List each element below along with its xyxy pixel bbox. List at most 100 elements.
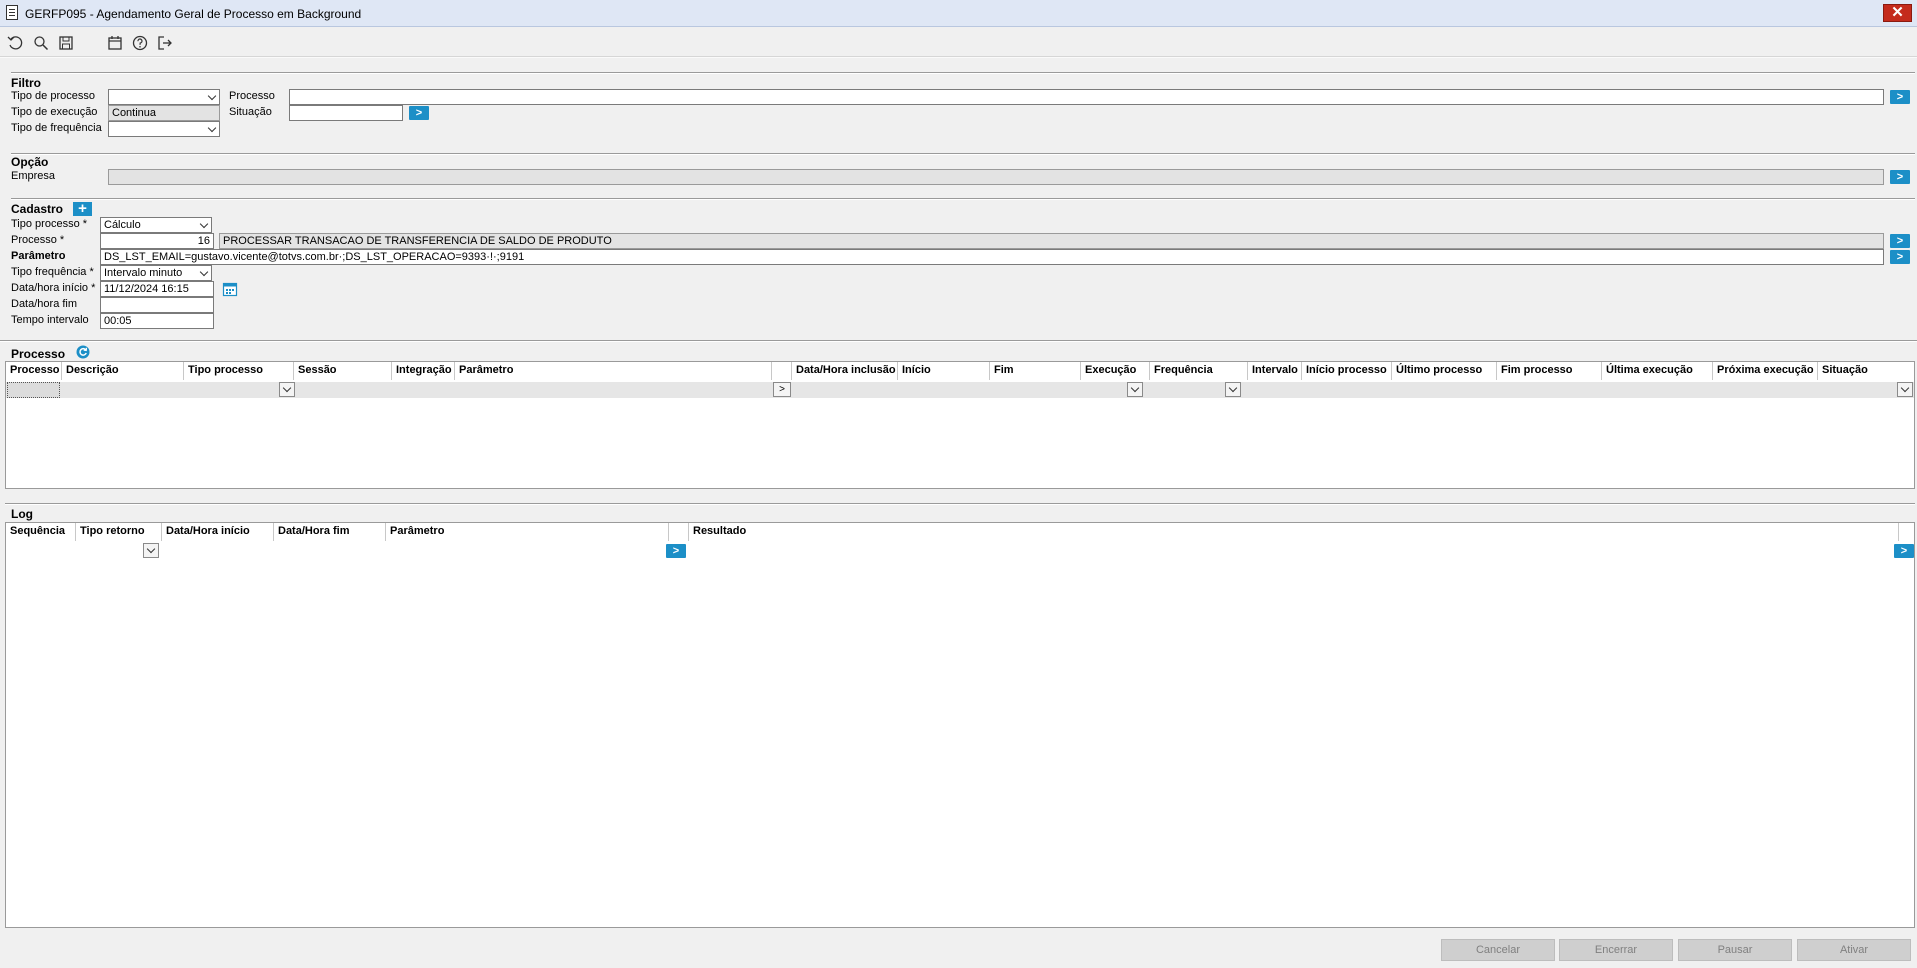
column-header[interactable]: Data/Hora fim (274, 523, 386, 541)
opcao-empresa-field[interactable] (108, 169, 1884, 185)
column-header[interactable]: Próxima execução (1713, 362, 1818, 380)
ativar-label: Ativar (1839, 944, 1869, 956)
cancelar-label: Cancelar (1475, 944, 1521, 956)
section-divider (0, 340, 1917, 342)
column-header[interactable]: Sequência (6, 523, 76, 541)
filtro-processo-input[interactable] (289, 89, 1884, 105)
calendar-icon[interactable] (222, 281, 238, 297)
close-button[interactable]: ✕ (1883, 4, 1912, 22)
encerrar-button[interactable]: Encerrar (1559, 939, 1673, 961)
parametro-expand-button[interactable]: > (773, 382, 791, 397)
section-divider (11, 153, 1915, 155)
chevron-down-icon (146, 544, 156, 554)
exit-icon[interactable] (156, 34, 174, 52)
column-header[interactable]: Data/Hora início (162, 523, 274, 541)
help-icon[interactable] (131, 34, 149, 52)
cadastro-tipo-processo-select[interactable]: Cálculo (100, 217, 212, 233)
chevron-down-icon (1228, 383, 1238, 393)
column-header[interactable]: Tipo processo (184, 362, 294, 380)
opcao-title: Opção (11, 155, 49, 169)
filtro-processo-search-button[interactable]: > (1890, 90, 1910, 104)
column-header[interactable]: Resultado (689, 523, 1899, 541)
cadastro-data-inicio-label: Data/hora início * (11, 282, 96, 294)
chevron-down-icon (199, 219, 209, 229)
cadastro-parametro-input[interactable]: DS_LST_EMAIL=gustavo.vicente@totvs.com.b… (100, 249, 1884, 265)
search-icon[interactable] (32, 34, 50, 52)
filtro-title: Filtro (11, 76, 41, 90)
cadastro-tipo-processo-label: Tipo processo * (11, 218, 88, 230)
log-parametro-expand-button[interactable]: > (666, 544, 686, 558)
column-header[interactable]: Intervalo (1248, 362, 1302, 380)
cadastro-tipo-frequencia-label: Tipo frequência * (11, 266, 94, 278)
cadastro-tempo-intervalo-input[interactable]: 00:05 (100, 313, 214, 329)
filtro-tipo-processo-select[interactable] (108, 89, 220, 105)
filtro-situacao-search-button[interactable]: > (409, 106, 429, 120)
column-header[interactable]: Descrição (62, 362, 184, 380)
chevron-down-icon (1130, 383, 1140, 393)
log-grid-header: Sequência Tipo retorno Data/Hora início … (6, 523, 1914, 541)
document-icon (6, 5, 18, 20)
log-resultado-expand-button[interactable]: > (1894, 544, 1914, 558)
pausar-label: Pausar (1717, 944, 1753, 956)
column-header[interactable]: Data/Hora inclusão (792, 362, 898, 380)
column-header[interactable]: Tipo retorno (76, 523, 162, 541)
undo-icon[interactable] (6, 34, 24, 52)
cadastro-processo-description: PROCESSAR TRANSACAO DE TRANSFERENCIA DE … (219, 233, 1884, 249)
table-row[interactable]: > (6, 382, 1914, 398)
filtro-tipo-frequencia-select[interactable] (108, 121, 220, 137)
calendar-icon[interactable] (106, 34, 124, 52)
table-row[interactable]: > > (6, 543, 1914, 559)
processo-grid-header: Processo Descrição Tipo processo Sessão … (6, 362, 1914, 380)
cadastro-processo-search-button[interactable]: > (1890, 234, 1910, 248)
ativar-button[interactable]: Ativar (1797, 939, 1911, 961)
column-header[interactable]: Última execução (1602, 362, 1713, 380)
filtro-tipo-execucao-field[interactable]: Continua (108, 105, 220, 121)
column-header[interactable]: Sessão (294, 362, 392, 380)
cadastro-data-fim-label: Data/hora fim (11, 298, 78, 310)
filtro-processo-label: Processo (229, 90, 275, 102)
cancelar-button[interactable]: Cancelar (1441, 939, 1555, 961)
column-header[interactable]: Parâmetro (386, 523, 669, 541)
encerrar-label: Encerrar (1594, 944, 1638, 956)
log-grid[interactable]: Sequência Tipo retorno Data/Hora início … (5, 522, 1915, 928)
column-header[interactable]: Fim (990, 362, 1081, 380)
tipo-retorno-dropdown-button[interactable] (143, 543, 159, 558)
column-header[interactable]: Início (898, 362, 990, 380)
cadastro-data-inicio-input[interactable]: 11/12/2024 16:15 (100, 281, 214, 297)
execucao-dropdown-button[interactable] (1127, 382, 1143, 397)
column-header (669, 523, 689, 541)
situacao-dropdown-button[interactable] (1897, 382, 1913, 397)
cadastro-parametro-label: Parâmetro (11, 250, 66, 262)
column-header[interactable]: Início processo (1302, 362, 1392, 380)
processo-grid-title: Processo (11, 347, 66, 361)
cadastro-parametro-button[interactable]: > (1890, 250, 1910, 264)
save-icon[interactable] (57, 34, 75, 52)
opcao-empresa-search-button[interactable]: > (1890, 170, 1910, 184)
table-cell-focused[interactable] (7, 382, 60, 398)
cadastro-processo-code[interactable]: 16 (100, 233, 214, 249)
pausar-button[interactable]: Pausar (1678, 939, 1792, 961)
window-title: GERFP095 - Agendamento Geral de Processo… (25, 7, 362, 21)
column-header[interactable]: Frequência (1150, 362, 1248, 380)
cadastro-data-fim-input[interactable] (100, 297, 214, 313)
log-grid-title: Log (11, 507, 33, 521)
column-header[interactable]: Fim processo (1497, 362, 1602, 380)
add-button[interactable]: + (73, 201, 92, 216)
frequencia-dropdown-button[interactable] (1225, 382, 1241, 397)
column-header[interactable]: Execução (1081, 362, 1150, 380)
column-header (772, 362, 792, 380)
toolbar-separator (0, 56, 1917, 58)
column-header[interactable]: Integração (392, 362, 455, 380)
column-header[interactable]: Último processo (1392, 362, 1497, 380)
column-header[interactable]: Parâmetro (455, 362, 772, 380)
column-header[interactable]: Situação (1818, 362, 1914, 380)
chevron-down-icon (207, 91, 217, 101)
cadastro-tipo-frequencia-select[interactable]: Intervalo minuto (100, 265, 212, 281)
section-divider (5, 503, 1915, 505)
processo-grid[interactable]: Processo Descrição Tipo processo Sessão … (5, 361, 1915, 489)
cadastro-tipo-frequencia-value: Intervalo minuto (104, 267, 183, 279)
refresh-icon[interactable] (76, 345, 90, 359)
filtro-situacao-input[interactable] (289, 105, 403, 121)
tipo-processo-dropdown-button[interactable] (279, 382, 295, 397)
column-header[interactable]: Processo (6, 362, 62, 380)
